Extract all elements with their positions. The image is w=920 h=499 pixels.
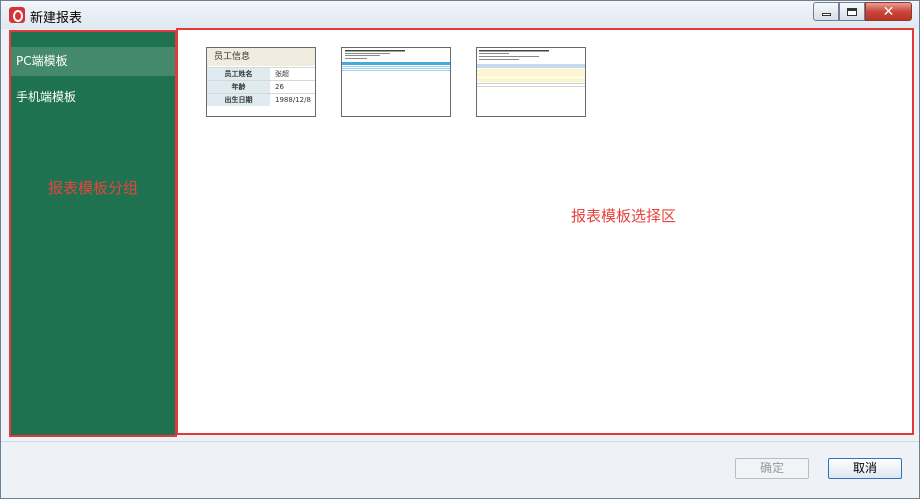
dialog-window: 新建报表 ✕ PC端模板 手机端模板 报表模板分组 员工信息 员工姓名 张超 年… <box>0 0 920 499</box>
confirm-button[interactable]: 确定 <box>735 458 809 479</box>
minimize-button[interactable] <box>813 2 839 21</box>
template-thumbnail-report[interactable] <box>476 47 586 117</box>
cancel-button[interactable]: 取消 <box>828 458 902 479</box>
template-row-key: 员工姓名 <box>207 68 270 80</box>
close-icon: ✕ <box>882 3 895 20</box>
window-title: 新建报表 <box>30 11 83 26</box>
template-row: 员工姓名 张超 <box>207 67 315 80</box>
title-bar[interactable]: 新建报表 ✕ <box>1 1 919 29</box>
group-area-annotation: 报表模板分组 <box>47 179 138 197</box>
template-row-key: 年龄 <box>207 81 270 93</box>
template-row-value: 张超 <box>275 70 289 78</box>
template-group-sidebar: PC端模板 手机端模板 报表模板分组 <box>9 30 177 437</box>
template-preview-image <box>477 50 585 87</box>
template-selection-area: 员工信息 员工姓名 张超 年龄 26 出生日期 1988/12/8 报表模板选择… <box>176 28 914 435</box>
template-row-key: 出生日期 <box>207 94 270 106</box>
template-preview-image <box>342 50 450 71</box>
maximize-button[interactable] <box>839 2 865 21</box>
template-thumbnail-list[interactable] <box>341 47 451 117</box>
template-row-value: 1988/12/8 <box>275 96 311 104</box>
app-logo-icon <box>9 7 25 23</box>
minimize-icon <box>821 13 831 16</box>
template-thumbnail-employee-info[interactable]: 员工信息 员工姓名 张超 年龄 26 出生日期 1988/12/8 <box>206 47 316 117</box>
selection-area-annotation: 报表模板选择区 <box>571 207 677 225</box>
footer-divider <box>1 441 919 442</box>
sidebar-item-pc-templates[interactable]: PC端模板 <box>11 47 175 76</box>
template-row-value: 26 <box>275 83 284 91</box>
template-row: 出生日期 1988/12/8 <box>207 93 315 106</box>
template-row: 年龄 26 <box>207 80 315 93</box>
maximize-icon <box>847 7 857 16</box>
sidebar-item-mobile-templates[interactable]: 手机端模板 <box>11 83 175 112</box>
template-header: 员工信息 <box>207 48 315 66</box>
close-button[interactable]: ✕ <box>865 2 912 21</box>
